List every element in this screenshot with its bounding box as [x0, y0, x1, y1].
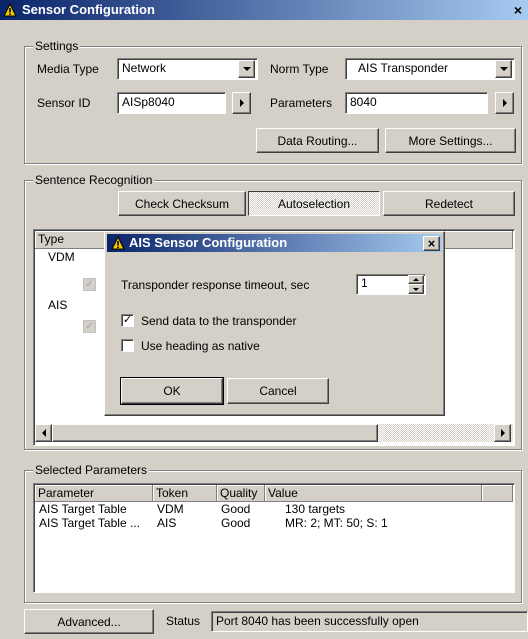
- selected-parameters-group-label: Selected Parameters: [33, 463, 150, 477]
- norm-type-label: Norm Type: [270, 62, 329, 76]
- dialog-warning-icon: [111, 236, 125, 250]
- dialog-titlebar[interactable]: AIS Sensor Configuration: [107, 234, 442, 252]
- media-type-dropdown-button[interactable]: [238, 60, 255, 78]
- scroll-left-button[interactable]: [35, 424, 52, 442]
- ais-sensor-dialog: AIS Sensor Configuration × Transponder r…: [104, 231, 445, 416]
- status-field: Port 8040 has been successfully open: [211, 611, 528, 632]
- autoselection-button[interactable]: Autoselection: [248, 191, 380, 216]
- send-data-label[interactable]: Send data to the transponder: [141, 314, 296, 328]
- redetect-button[interactable]: Redetect: [383, 191, 515, 216]
- data-routing-button[interactable]: Data Routing...: [256, 128, 379, 153]
- media-type-value: Network: [122, 61, 167, 75]
- dialog-title: AIS Sensor Configuration: [129, 235, 288, 250]
- cell-quality: Good: [221, 502, 251, 516]
- scroll-right-button[interactable]: [494, 424, 511, 442]
- timeout-value[interactable]: 1: [357, 275, 402, 294]
- cell-value: MR: 2; MT: 50; S: 1: [285, 516, 388, 530]
- use-heading-label[interactable]: Use heading as native: [141, 339, 260, 353]
- more-settings-button[interactable]: More Settings...: [385, 128, 516, 153]
- ok-button[interactable]: OK: [120, 377, 224, 405]
- sensor-id-browse-button[interactable]: [232, 92, 251, 114]
- sentence-row-vdm-label: VDM: [48, 250, 75, 264]
- parameters-label: Parameters: [270, 96, 333, 110]
- media-type-select[interactable]: Network: [117, 58, 258, 80]
- advanced-button[interactable]: Advanced...: [24, 609, 154, 634]
- timeout-down-button[interactable]: [408, 284, 424, 294]
- sensor-id-label: Sensor ID: [37, 96, 91, 110]
- app-warning-icon: [3, 3, 17, 17]
- cell-token: AIS: [157, 516, 177, 530]
- window-titlebar[interactable]: Sensor Configuration: [0, 0, 528, 20]
- sensor-id-field[interactable]: AISp8040: [117, 92, 226, 114]
- chevron-down-icon: [413, 287, 419, 291]
- chevron-right-icon: [239, 99, 244, 107]
- column-header-token[interactable]: Token: [153, 485, 217, 502]
- sentence-row-ais-checkbox: ✓: [83, 320, 96, 333]
- check-checksum-button[interactable]: Check Checksum: [118, 191, 246, 216]
- use-heading-checkbox[interactable]: [121, 339, 134, 352]
- parameters-field[interactable]: 8040: [345, 92, 488, 114]
- chevron-down-icon: [499, 67, 508, 71]
- status-label: Status: [166, 614, 201, 628]
- cell-quality: Good: [221, 516, 251, 530]
- chevron-down-icon: [242, 67, 251, 71]
- table-row[interactable]: AIS Target Table ... AIS Good MR: 2; MT:…: [35, 516, 513, 530]
- dialog-close-button[interactable]: ×: [423, 236, 440, 251]
- timeout-up-button[interactable]: [408, 275, 424, 284]
- sentence-recognition-group-label: Sentence Recognition: [33, 173, 155, 187]
- column-header-spacer: [482, 485, 513, 502]
- chevron-right-icon: [502, 99, 507, 107]
- column-header-parameter[interactable]: Parameter: [35, 485, 153, 502]
- table-row[interactable]: AIS Target Table VDM Good 130 targets: [35, 502, 513, 516]
- column-header-value[interactable]: Value: [265, 485, 482, 502]
- parameters-browse-button[interactable]: [495, 92, 514, 114]
- cancel-button[interactable]: Cancel: [227, 378, 329, 404]
- horizontal-scroll-thumb[interactable]: [52, 424, 378, 442]
- chevron-right-icon: [500, 429, 505, 437]
- column-header-quality[interactable]: Quality: [217, 485, 265, 502]
- cell-token: VDM: [157, 502, 184, 516]
- cell-parameter: AIS Target Table ...: [39, 516, 140, 530]
- chevron-left-icon: [41, 429, 46, 437]
- cell-parameter: AIS Target Table: [39, 502, 127, 516]
- parameters-table[interactable]: Parameter Token Quality Value AIS Target…: [33, 483, 515, 593]
- norm-type-value: AIS Transponder: [358, 61, 449, 75]
- window-title: Sensor Configuration: [22, 2, 155, 17]
- window-close-button[interactable]: ×: [508, 2, 528, 18]
- cell-value: 130 targets: [285, 502, 346, 516]
- norm-type-dropdown-button[interactable]: [495, 60, 512, 78]
- timeout-spinner[interactable]: 1: [356, 274, 426, 295]
- sentence-row-vdm-checkbox: ✓: [83, 278, 96, 291]
- timeout-label: Transponder response timeout, sec: [121, 278, 310, 292]
- settings-group-label: Settings: [33, 39, 81, 53]
- send-data-checkbox[interactable]: ✓: [121, 314, 134, 327]
- media-type-label: Media Type: [37, 62, 99, 76]
- norm-type-select[interactable]: AIS Transponder: [345, 58, 515, 80]
- chevron-up-icon: [413, 278, 419, 281]
- sentence-row-ais-label: AIS: [48, 298, 68, 312]
